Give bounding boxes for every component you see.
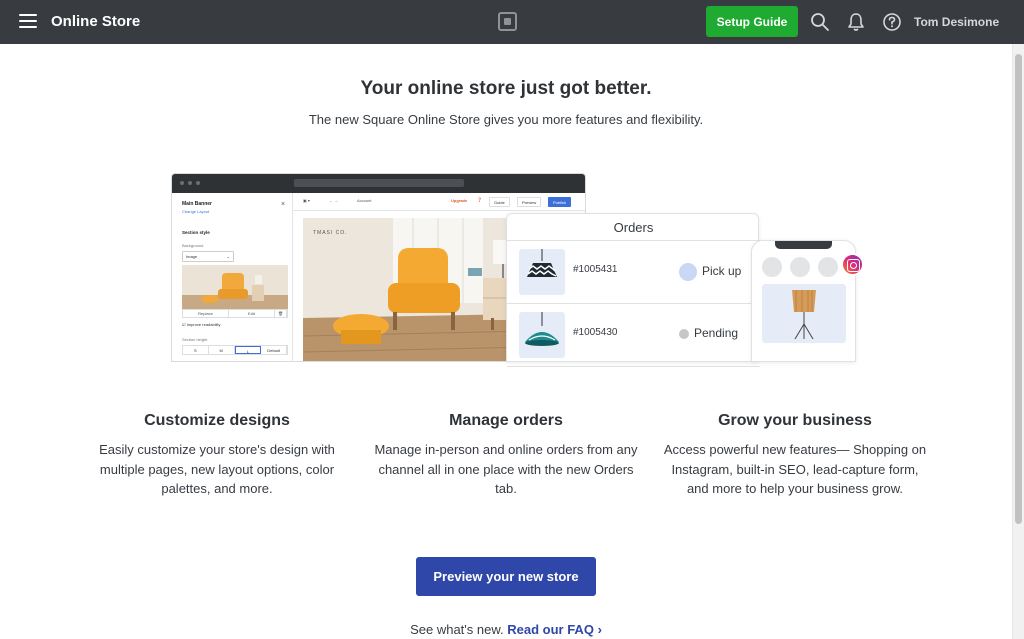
user-menu[interactable]: Tom Desimone: [914, 15, 999, 29]
improve-readability-checkbox: ☑ Improve readability: [182, 322, 221, 327]
pendant-lamp-image: [519, 249, 565, 295]
order-row: #1005431 Pick up: [507, 241, 760, 304]
feature-description: Manage in-person and online orders from …: [374, 442, 638, 496]
orders-card: Orders #1005431 Pick up #1005430 Pending: [506, 213, 760, 367]
chevron-right-icon: ›: [597, 622, 602, 637]
pendant-lamp-image: [519, 312, 565, 358]
faq-line: See what's new. Read our FAQ ›: [0, 622, 1012, 637]
page-scrollbar[interactable]: [1012, 44, 1024, 639]
product-card: [762, 284, 846, 343]
section-height-label: Section height: [182, 337, 208, 342]
section-height-options: S M L Default: [182, 345, 288, 355]
browser-chrome: [172, 174, 585, 193]
feature-grow: Grow your business Access powerful new f…: [660, 412, 930, 499]
search-icon[interactable]: [810, 12, 830, 32]
order-status: Pick up: [679, 263, 741, 281]
close-icon: ×: [281, 201, 286, 208]
status-dot: [679, 263, 697, 281]
order-status: Pending: [679, 326, 738, 340]
status-dot: [679, 328, 689, 339]
orders-title: Orders: [613, 220, 654, 235]
page-headline: Your online store just got better.: [360, 78, 652, 99]
feature-title: Grow your business: [718, 412, 872, 429]
section-style-label: Section style: [182, 230, 210, 235]
feature-orders: Manage orders Manage in-person and onlin…: [371, 412, 641, 499]
feature-title: Manage orders: [449, 412, 563, 429]
preview-store-button[interactable]: Preview your new store: [416, 557, 596, 596]
faq-prefix: See what's new.: [410, 622, 504, 637]
editor-toolbar: ▣ ▾ ← → Account Upgrade ❓ Guide Preview …: [293, 193, 585, 211]
background-label: Background: [182, 243, 204, 248]
page-subheadline: The new Square Online Store gives you mo…: [308, 112, 704, 127]
feature-description: Access powerful new features— Shopping o…: [663, 442, 927, 496]
feature-illustration: Main Banner Change Layout × Section styl…: [171, 173, 865, 367]
setup-guide-button[interactable]: Setup Guide: [706, 6, 798, 37]
image-actions: Replace Edit 🗑: [182, 309, 288, 318]
feature-description: Easily customize your store's design wit…: [99, 442, 335, 496]
app-title: Online Store: [51, 13, 141, 30]
scrollbar-thumb[interactable]: [1015, 54, 1022, 524]
order-number: #1005430: [573, 327, 618, 338]
banner-thumbnail: [182, 265, 288, 309]
faq-link[interactable]: Read our FAQ ›: [507, 622, 602, 637]
panel-link: Change Layout: [182, 209, 210, 214]
phone-mockup: [751, 240, 856, 362]
square-logo-icon[interactable]: [498, 12, 517, 31]
bell-icon[interactable]: [846, 12, 866, 32]
feature-customize: Customize designs Easily customize your …: [82, 412, 352, 499]
canvas-brand-label: TMASI CO.: [313, 230, 348, 236]
top-bar: Online Store Setup Guide Tom Desimone: [0, 0, 1024, 44]
panel-title: Main Banner: [182, 201, 213, 207]
editor-side-panel: Main Banner Change Layout × Section styl…: [172, 193, 293, 361]
feature-title: Customize designs: [144, 412, 290, 429]
hamburger-menu-icon[interactable]: [19, 14, 37, 28]
background-select: Image ⌄: [182, 251, 234, 262]
order-number: #1005431: [573, 264, 618, 275]
instagram-icon: [841, 253, 864, 276]
help-icon[interactable]: [882, 12, 902, 32]
order-row: #1005430 Pending: [507, 304, 760, 367]
